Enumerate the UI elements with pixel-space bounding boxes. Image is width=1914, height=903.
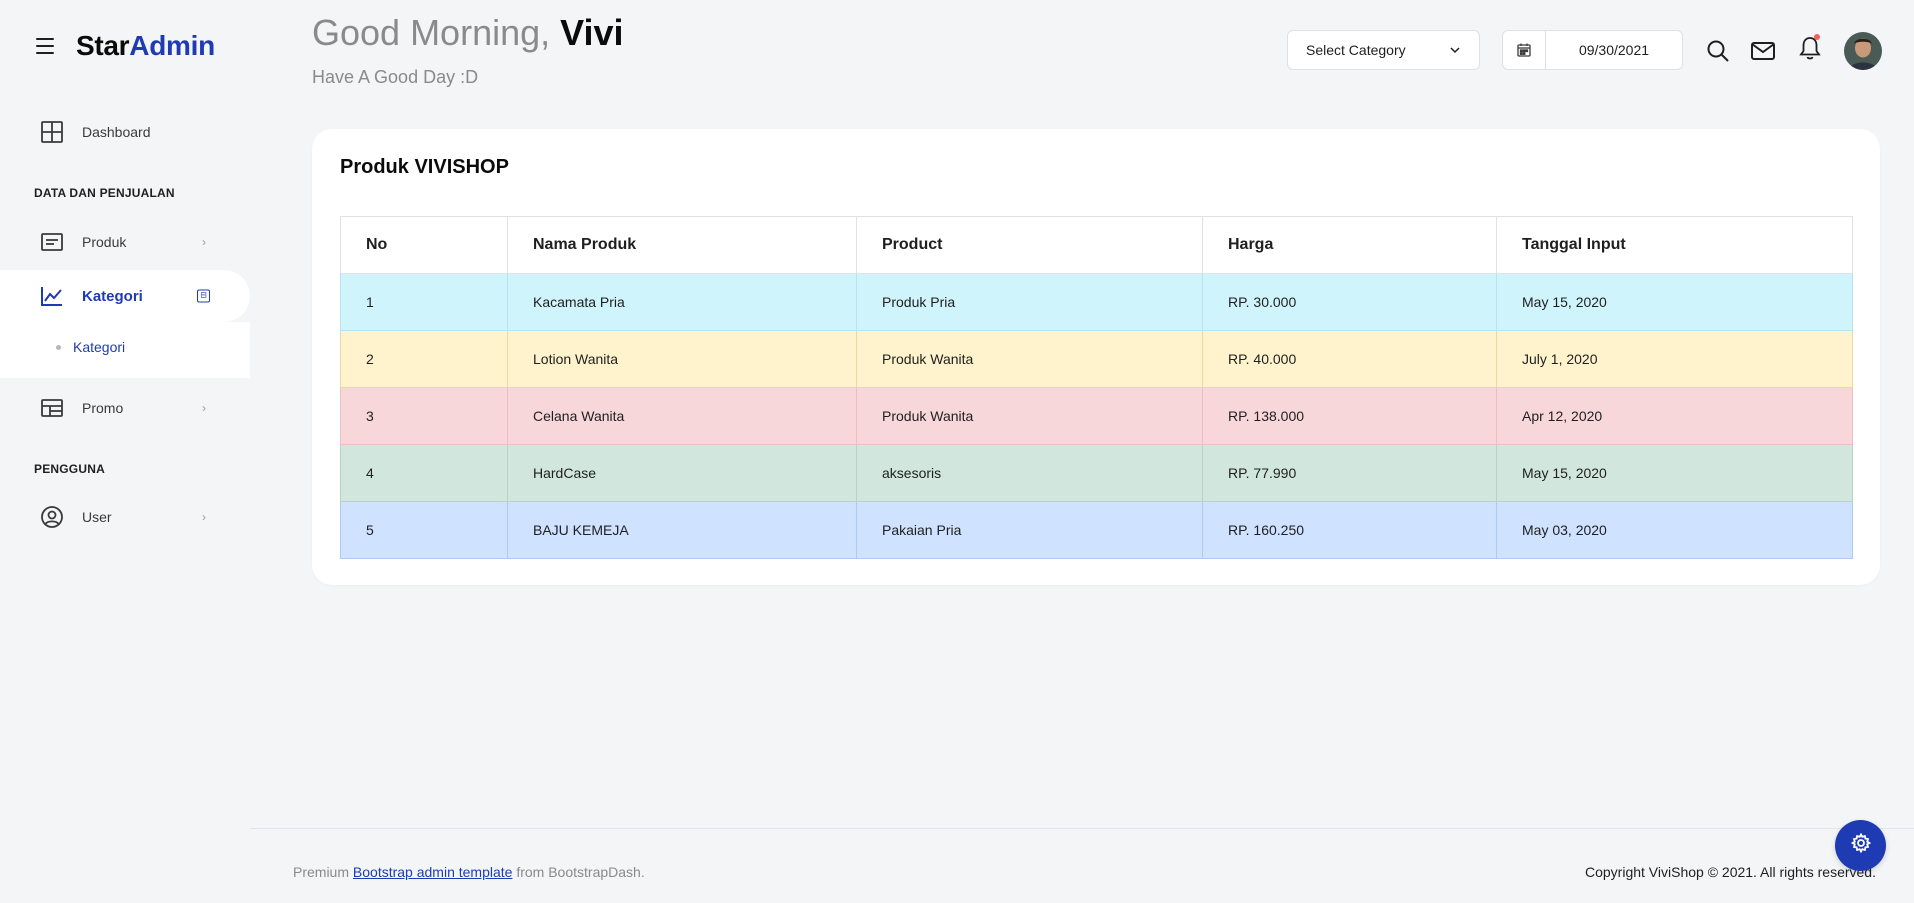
chart-line-icon [40,284,64,308]
calendar-icon[interactable] [1503,31,1546,69]
cell-nama-produk: Kacamata Pria [507,273,857,331]
produk-list-icon [40,230,64,254]
footer-from-text: from BootstrapDash. [512,864,645,880]
table-row: 1 Kacamata Pria Produk Pria RP. 30.000 M… [340,273,1853,331]
table-row: 2 Lotion Wanita Produk Wanita RP. 40.000… [340,330,1853,388]
cell-harga: RP. 77.990 [1202,444,1497,502]
user-circle-icon [40,505,64,529]
menu-icon[interactable] [36,34,60,58]
sidebar-item-promo[interactable]: Promo › [0,382,250,434]
chevron-right-icon: › [202,510,206,524]
submenu-kategori: Kategori [0,322,250,378]
sidebar-item-kategori[interactable]: Kategori ⊟ [0,270,250,322]
date-picker [1502,30,1683,70]
brand-part-star: Star [76,30,130,61]
cell-no: 3 [340,387,508,445]
dashboard-grid-icon [40,120,64,144]
cell-harga: RP. 160.250 [1202,501,1497,559]
cell-nama-produk: Lotion Wanita [507,330,857,388]
submenu-item-kategori[interactable]: Kategori [56,339,125,355]
cell-tanggal-input: July 1, 2020 [1496,330,1853,388]
footer-premium-text: Premium [293,864,353,880]
sidebar-item-label: Promo [82,400,124,416]
settings-fab[interactable] [1835,820,1886,871]
column-header-nama-produk: Nama Produk [507,216,857,274]
bell-icon[interactable] [1797,34,1823,61]
sidebar-item-produk[interactable]: Produk › [0,216,250,268]
sidebar-item-user[interactable]: User › [0,491,250,543]
column-header-tanggal-input: Tanggal Input [1496,216,1853,274]
greeting-title: Good Morning, Vivi [312,12,624,54]
mail-icon[interactable] [1750,38,1776,64]
gear-icon [1850,832,1871,858]
cell-product: Produk Wanita [856,387,1203,445]
notification-dot [1814,34,1820,40]
sidebar-item-label: Produk [82,234,127,250]
cell-no: 5 [340,501,508,559]
chevron-down-icon [1449,43,1461,59]
cell-no: 4 [340,444,508,502]
brand-logo[interactable]: StarAdmin [76,30,215,62]
cell-tanggal-input: May 03, 2020 [1496,501,1853,559]
cell-no: 1 [340,273,508,331]
date-input[interactable] [1546,42,1682,58]
column-header-product: Product [856,216,1203,274]
chevron-right-icon: › [202,235,206,249]
section-title-pengguna: PENGGUNA [34,462,105,476]
cell-product: aksesoris [856,444,1203,502]
footer-credits: Premium Bootstrap admin template from Bo… [293,864,645,880]
greeting-prefix: Good Morning, [312,12,561,53]
sidebar-item-dashboard[interactable]: Dashboard [0,106,250,158]
submenu-item-label: Kategori [73,339,126,355]
sidebar-item-label: Kategori [82,287,143,305]
cell-nama-produk: BAJU KEMEJA [507,501,857,559]
card-title: Produk VIVISHOP [340,156,509,178]
greeting-name: Vivi [560,12,624,53]
sidebar-item-label: User [82,509,112,525]
footer-copyright: Copyright ViviShop © 2021. All rights re… [1585,864,1876,880]
cell-harga: RP. 40.000 [1202,330,1497,388]
column-header-no: No [340,216,508,274]
table-row: 5 BAJU KEMEJA Pakaian Pria RP. 160.250 M… [340,501,1853,559]
sidebar: StarAdmin Dashboard DATA DAN PENJUALAN P… [0,0,250,903]
brand-part-admin: Admin [129,30,215,61]
chevron-right-icon: › [202,401,206,415]
select-category-dropdown[interactable]: Select Category [1287,30,1480,70]
greeting-subtitle: Have A Good Day :D [312,67,479,87]
search-icon[interactable] [1705,38,1731,64]
table-row: 3 Celana Wanita Produk Wanita RP. 138.00… [340,387,1853,445]
cell-nama-produk: Celana Wanita [507,387,857,445]
cell-product: Produk Pria [856,273,1203,331]
brand-row: StarAdmin [36,26,215,66]
footer-divider [250,828,1914,829]
cell-tanggal-input: May 15, 2020 [1496,273,1853,331]
column-header-harga: Harga [1202,216,1497,274]
table-icon [40,396,64,420]
cell-product: Produk Wanita [856,330,1203,388]
cell-tanggal-input: May 15, 2020 [1496,444,1853,502]
cell-harga: RP. 138.000 [1202,387,1497,445]
table-row: 4 HardCase aksesoris RP. 77.990 May 15, … [340,444,1853,502]
collapse-toggle-icon[interactable]: ⊟ [197,289,210,303]
avatar[interactable] [1844,32,1882,70]
products-card: Produk VIVISHOP No Nama Produk Product H… [312,129,1880,585]
footer-template-link[interactable]: Bootstrap admin template [353,864,513,880]
cell-nama-produk: HardCase [507,444,857,502]
sidebar-item-label: Dashboard [82,124,151,140]
cell-tanggal-input: Apr 12, 2020 [1496,387,1853,445]
bullet-icon [56,344,61,350]
select-category-value: Select Category [1306,42,1406,58]
products-table: No Nama Produk Product Harga Tanggal Inp… [340,216,1853,559]
cell-no: 2 [340,330,508,388]
table-header-row: No Nama Produk Product Harga Tanggal Inp… [340,216,1853,274]
cell-harga: RP. 30.000 [1202,273,1497,331]
cell-product: Pakaian Pria [856,501,1203,559]
section-title-data-dan-penjualan: DATA DAN PENJUALAN [34,186,175,200]
